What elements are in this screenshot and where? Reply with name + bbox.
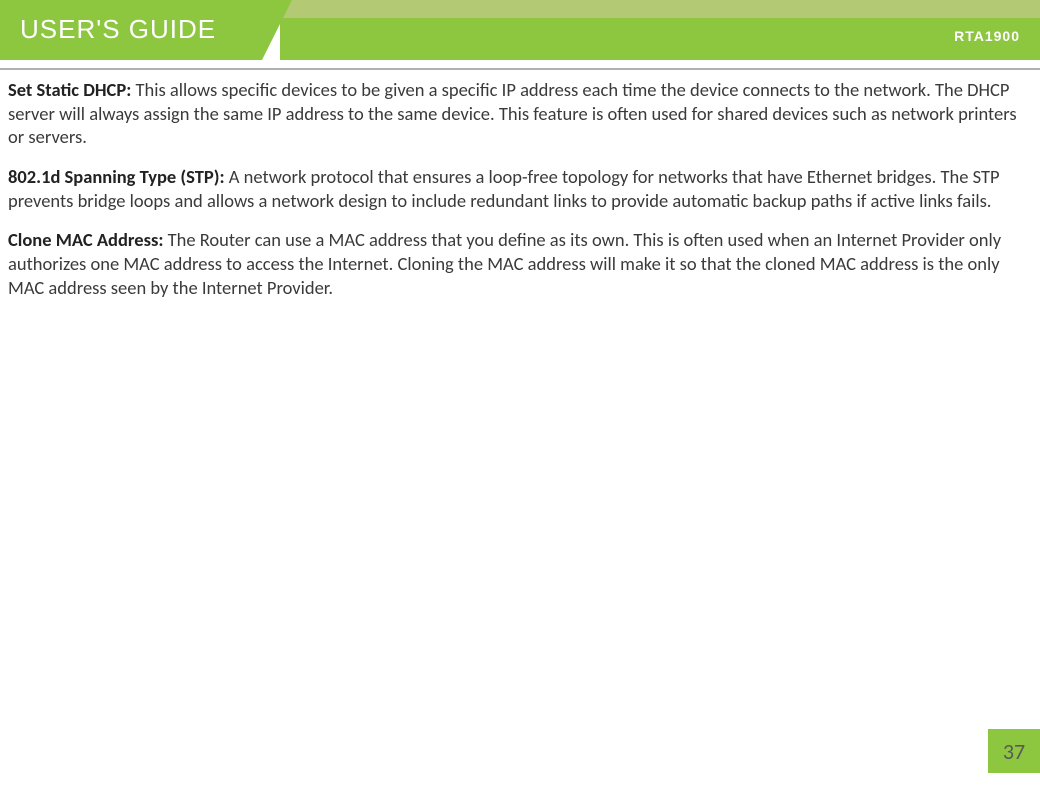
document-content: Set Static DHCP: This allows specific de… [0,60,1040,299]
label-static-dhcp: Set Static DHCP: [8,78,131,101]
label-clone-mac: Clone MAC Address: [8,228,163,251]
page-number: 37 [1003,738,1025,765]
paragraph-clone-mac: Clone MAC Address: The Router can use a … [8,228,1032,299]
header-underline [0,68,1040,70]
page-number-box: 37 [988,729,1040,773]
model-number: RTA1900 [954,28,1020,44]
document-title: USER'S GUIDE [20,14,216,45]
label-stp: 802.1d Spanning Type (STP): [8,165,225,188]
text-static-dhcp: This allows specific devices to be given… [8,78,1017,148]
header-main-strip [280,18,1040,60]
document-header: USER'S GUIDE RTA1900 [0,0,1040,60]
paragraph-static-dhcp: Set Static DHCP: This allows specific de… [8,78,1032,149]
paragraph-stp: 802.1d Spanning Type (STP): A network pr… [8,165,1032,212]
